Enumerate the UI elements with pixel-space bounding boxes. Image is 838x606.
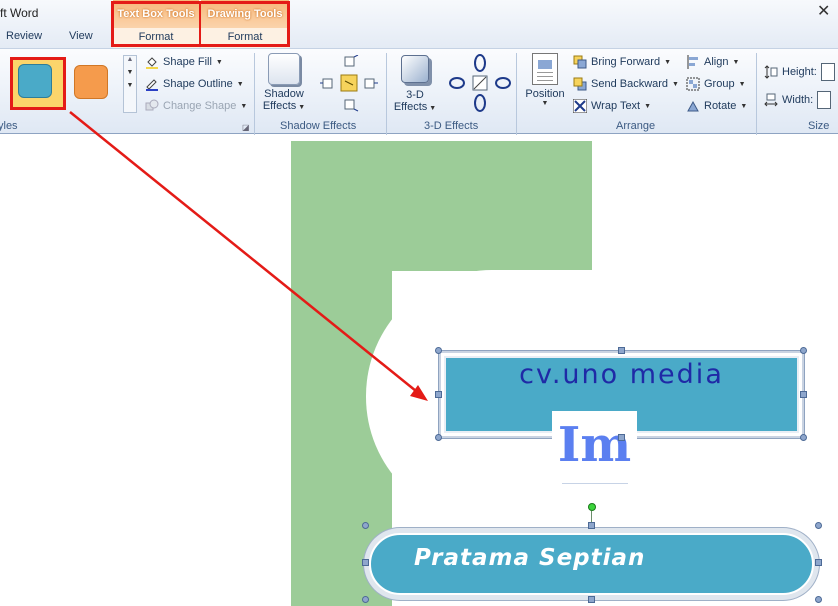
word-window: ft Word ✕ Review View Text Box Tools For… bbox=[0, 0, 838, 606]
annotation-arrow bbox=[69, 111, 428, 401]
